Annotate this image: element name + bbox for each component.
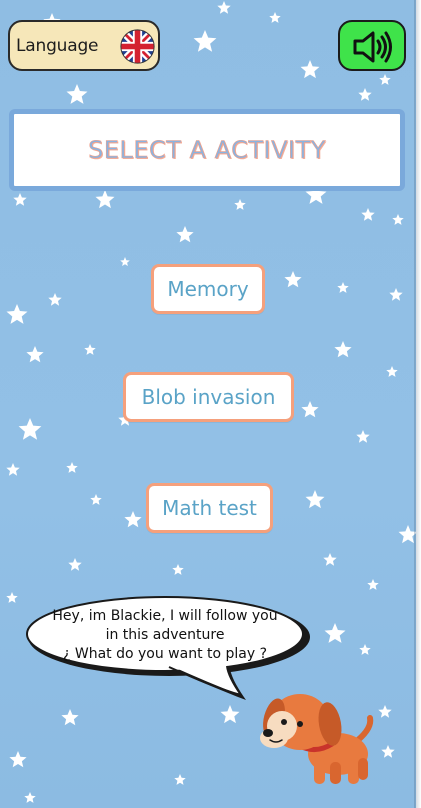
star-decoration xyxy=(359,644,371,655)
star-decoration xyxy=(356,430,370,443)
star-decoration xyxy=(305,490,325,509)
star-decoration xyxy=(120,257,130,266)
star-decoration xyxy=(176,226,194,243)
game-background: Language SELECT A ACTIVITY Memory Blob i… xyxy=(0,0,416,808)
star-decoration xyxy=(217,1,231,14)
mascot-speech: Hey, im Blackie, I will follow you in th… xyxy=(28,607,302,664)
star-decoration xyxy=(26,346,44,363)
star-decoration xyxy=(95,190,115,209)
star-decoration xyxy=(392,214,404,225)
activity-button-memory[interactable]: Memory xyxy=(151,264,265,314)
star-decoration xyxy=(9,751,27,768)
star-decoration xyxy=(220,705,240,724)
star-decoration xyxy=(389,288,403,301)
star-decoration xyxy=(6,463,20,476)
star-decoration xyxy=(66,84,88,104)
star-decoration xyxy=(367,579,379,590)
title-panel: SELECT A ACTIVITY xyxy=(9,109,405,191)
star-decoration xyxy=(381,745,395,758)
uk-flag-icon xyxy=(120,29,155,64)
star-decoration xyxy=(337,282,349,293)
star-decoration xyxy=(6,304,28,324)
speech-line-1: Hey, im Blackie, I will follow you xyxy=(52,608,278,624)
star-decoration xyxy=(193,30,217,52)
activity-button-math-test[interactable]: Math test xyxy=(146,483,273,533)
puppy-mascot-icon xyxy=(260,694,374,784)
star-decoration xyxy=(301,401,319,418)
star-decoration xyxy=(323,553,337,566)
star-decoration xyxy=(379,74,391,85)
star-decoration xyxy=(172,564,184,575)
language-button[interactable]: Language xyxy=(8,20,160,71)
star-decoration xyxy=(124,511,142,528)
star-decoration xyxy=(358,88,372,101)
sound-toggle-button[interactable] xyxy=(338,20,406,71)
star-decoration xyxy=(269,12,281,23)
star-decoration xyxy=(66,462,78,473)
speech-line-3: ¿ What do you want to play ? xyxy=(62,646,268,662)
star-decoration xyxy=(18,418,42,440)
language-label: Language xyxy=(16,36,99,56)
star-decoration xyxy=(234,199,246,210)
star-decoration xyxy=(24,792,36,803)
star-decoration xyxy=(90,494,102,505)
star-decoration xyxy=(284,271,302,288)
speech-line-2: in this adventure xyxy=(105,627,225,643)
speaker-volume-icon xyxy=(353,31,392,63)
activity-button-blob-invasion[interactable]: Blob invasion xyxy=(123,372,294,422)
star-decoration xyxy=(84,344,96,355)
star-decoration xyxy=(174,774,186,785)
star-decoration xyxy=(300,60,320,79)
screen-edge xyxy=(414,0,421,808)
star-decoration xyxy=(6,592,18,603)
star-decoration xyxy=(48,293,62,306)
star-decoration xyxy=(13,193,27,206)
star-decoration xyxy=(386,366,398,377)
star-decoration xyxy=(334,341,352,358)
star-decoration xyxy=(324,623,346,643)
star-decoration xyxy=(68,558,82,571)
star-decoration xyxy=(61,709,79,726)
star-decoration xyxy=(378,705,392,718)
page-title: SELECT A ACTIVITY xyxy=(88,136,326,165)
star-decoration xyxy=(361,208,375,221)
